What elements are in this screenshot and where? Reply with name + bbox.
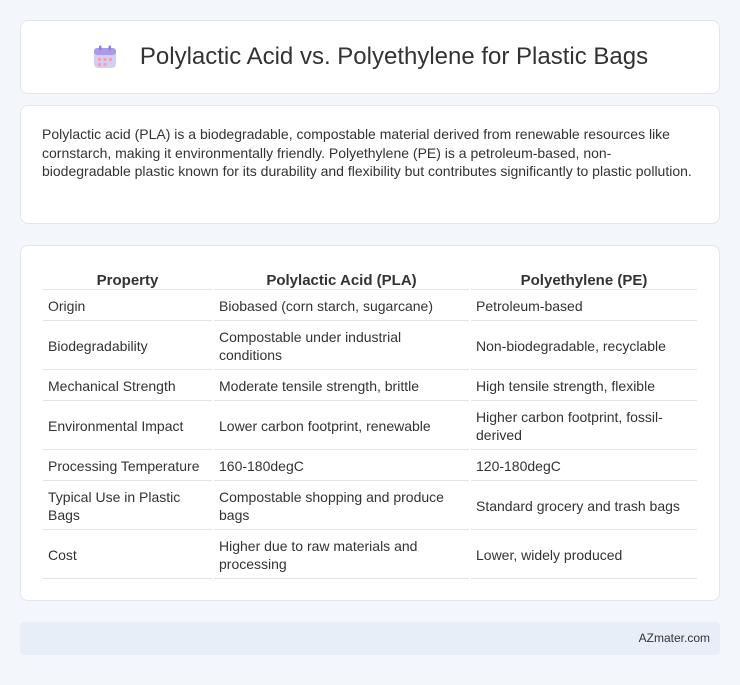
table-cell: Compostable shopping and produce bags xyxy=(214,483,469,530)
table-cell: 160-180degC xyxy=(214,452,469,481)
table-cell: Cost xyxy=(43,532,212,579)
calendar-icon xyxy=(93,45,116,68)
table-cell: Moderate tensile strength, brittle xyxy=(214,372,469,401)
table-row: Processing Temperature 160-180degC 120-1… xyxy=(43,452,697,481)
comparison-card: Property Polylactic Acid (PLA) Polyethyl… xyxy=(20,245,720,601)
table-cell: Biodegradability xyxy=(43,323,212,370)
table-cell: Origin xyxy=(43,292,212,321)
header-pe: Polyethylene (PE) xyxy=(471,266,697,290)
page-title: Polylactic Acid vs. Polyethylene for Pla… xyxy=(139,43,649,70)
table-row: Environmental Impact Lower carbon footpr… xyxy=(43,403,697,450)
footer-bar: AZmater.com xyxy=(20,622,720,655)
header-pla: Polylactic Acid (PLA) xyxy=(214,266,469,290)
table-cell: Higher due to raw materials and processi… xyxy=(214,532,469,579)
table-cell: Biobased (corn starch, sugarcane) xyxy=(214,292,469,321)
title-card: Polylactic Acid vs. Polyethylene for Pla… xyxy=(20,20,720,94)
table-row: Origin Biobased (corn starch, sugarcane)… xyxy=(43,292,697,321)
table-cell: Processing Temperature xyxy=(43,452,212,481)
intro-paragraph: Polylactic acid (PLA) is a biodegradable… xyxy=(42,126,692,179)
table-row: Typical Use in Plastic Bags Compostable … xyxy=(43,483,697,530)
comparison-table: Property Polylactic Acid (PLA) Polyethyl… xyxy=(41,264,699,581)
table-row: Cost Higher due to raw materials and pro… xyxy=(43,532,697,579)
intro-card: Polylactic acid (PLA) is a biodegradable… xyxy=(20,105,720,224)
table-cell: Environmental Impact xyxy=(43,403,212,450)
footer-brand: AZmater.com xyxy=(638,631,710,645)
table-row: Mechanical Strength Moderate tensile str… xyxy=(43,372,697,401)
table-cell: Lower, widely produced xyxy=(471,532,697,579)
table-cell: Higher carbon footprint, fossil-derived xyxy=(471,403,697,450)
table-cell: Non-biodegradable, recyclable xyxy=(471,323,697,370)
header-property: Property xyxy=(43,266,212,290)
table-cell: Typical Use in Plastic Bags xyxy=(43,483,212,530)
table-row: Biodegradability Compostable under indus… xyxy=(43,323,697,370)
table-cell: Mechanical Strength xyxy=(43,372,212,401)
table-cell: Compostable under industrial conditions xyxy=(214,323,469,370)
table-cell: 120-180degC xyxy=(471,452,697,481)
table-cell: Lower carbon footprint, renewable xyxy=(214,403,469,450)
table-header-row: Property Polylactic Acid (PLA) Polyethyl… xyxy=(43,266,697,290)
table-cell: High tensile strength, flexible xyxy=(471,372,697,401)
table-cell: Standard grocery and trash bags xyxy=(471,483,697,530)
table-cell: Petroleum-based xyxy=(471,292,697,321)
